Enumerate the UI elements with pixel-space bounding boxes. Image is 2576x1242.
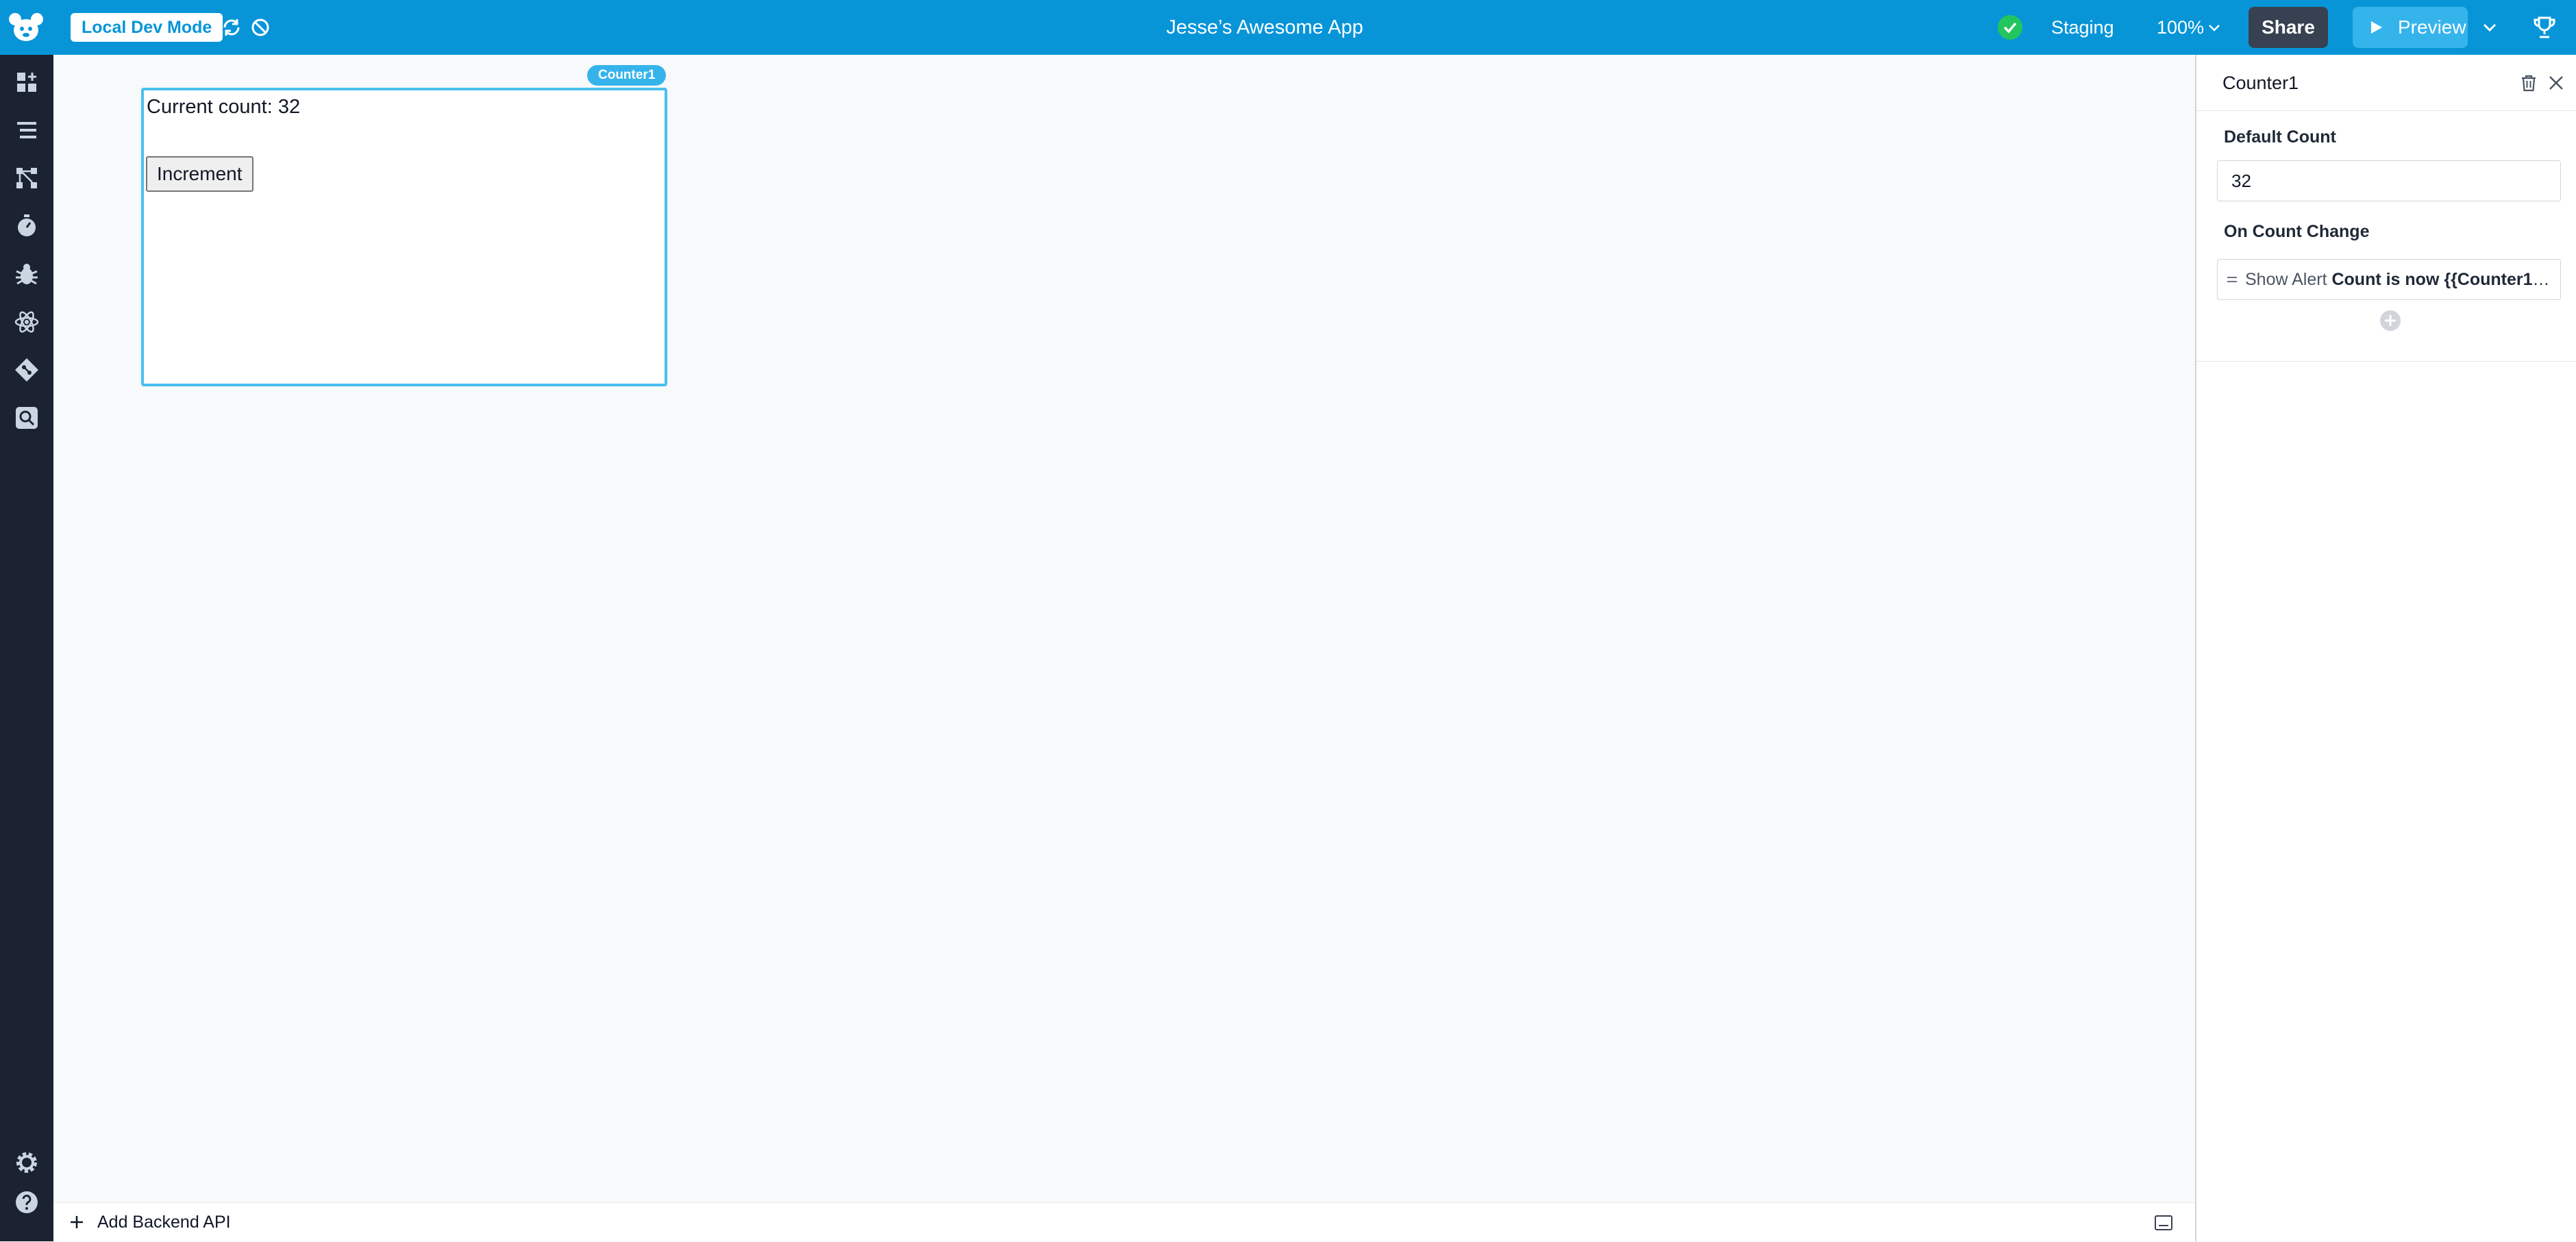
on-count-change-label: On Count Change [2224, 222, 2370, 241]
preview-button[interactable]: Preview [2353, 7, 2468, 48]
trophy-icon[interactable] [2531, 14, 2558, 41]
search-icon[interactable] [13, 404, 40, 432]
event-handler-text: Show Alert Count is now {{Counter1.count… [2245, 260, 2553, 299]
plus-icon [71, 1216, 83, 1228]
close-icon[interactable] [2547, 74, 2565, 92]
increment-button[interactable]: Increment [146, 156, 253, 192]
preview-label: Preview [2398, 16, 2466, 38]
bug-icon[interactable] [13, 260, 40, 288]
event-handler-row[interactable]: Show Alert Count is now {{Counter1.count… [2217, 259, 2561, 300]
trash-icon[interactable] [2518, 73, 2539, 93]
help-icon[interactable] [13, 1189, 40, 1216]
check-circle-icon [1998, 15, 2022, 40]
left-sidebar [0, 55, 53, 1241]
app-title: Jesse’s Awesome App [1166, 16, 1363, 38]
settings-icon[interactable] [13, 1149, 40, 1176]
share-button[interactable]: Share [2249, 7, 2328, 48]
timer-icon[interactable] [13, 212, 40, 240]
panel-header: Counter1 [2196, 55, 2576, 111]
atom-icon[interactable] [13, 308, 40, 336]
console-icon[interactable] [2154, 1215, 2173, 1231]
git-icon[interactable] [13, 356, 40, 384]
default-count-input[interactable]: 32 [2217, 160, 2561, 201]
add-backend-api-button[interactable]: Add Backend API [69, 1203, 231, 1242]
panel-title: Counter1 [2222, 73, 2299, 93]
drag-handle-icon[interactable] [2226, 273, 2238, 286]
add-event-handler-icon[interactable] [2378, 308, 2403, 333]
event-action: Show Alert [2245, 270, 2327, 289]
top-bar: Local Dev Mode Jesse’s Awesome App Stagi… [0, 0, 2576, 55]
add-backend-api-label: Add Backend API [97, 1213, 231, 1232]
current-count-text: Current count: 32 [147, 96, 301, 118]
block-icon[interactable] [249, 16, 271, 38]
refresh-icon[interactable] [221, 16, 243, 38]
event-message: Count is now {{Counter1.count}} [2331, 270, 2553, 289]
add-components-icon[interactable] [13, 69, 40, 96]
counter-component[interactable]: Current count: 32 Increment [141, 88, 667, 386]
default-count-label: Default Count [2224, 127, 2336, 147]
environment-selector[interactable]: Staging [2051, 0, 2114, 55]
graph-icon[interactable] [13, 164, 40, 192]
logo-icon[interactable] [8, 11, 44, 44]
play-icon [2371, 21, 2382, 34]
local-dev-mode-badge[interactable]: Local Dev Mode [71, 13, 223, 42]
inspector-panel: Counter1 Default Count 32 On Count Chang… [2195, 55, 2576, 1241]
list-icon[interactable] [13, 116, 40, 144]
panel-divider [2196, 361, 2576, 362]
preview-chevron-down-icon[interactable] [2480, 18, 2499, 37]
chevron-down-icon[interactable] [2206, 19, 2222, 36]
bottom-bar: Add Backend API [53, 1202, 2195, 1241]
component-tag[interactable]: Counter1 [587, 65, 667, 86]
zoom-level[interactable]: 100% [2157, 0, 2204, 55]
